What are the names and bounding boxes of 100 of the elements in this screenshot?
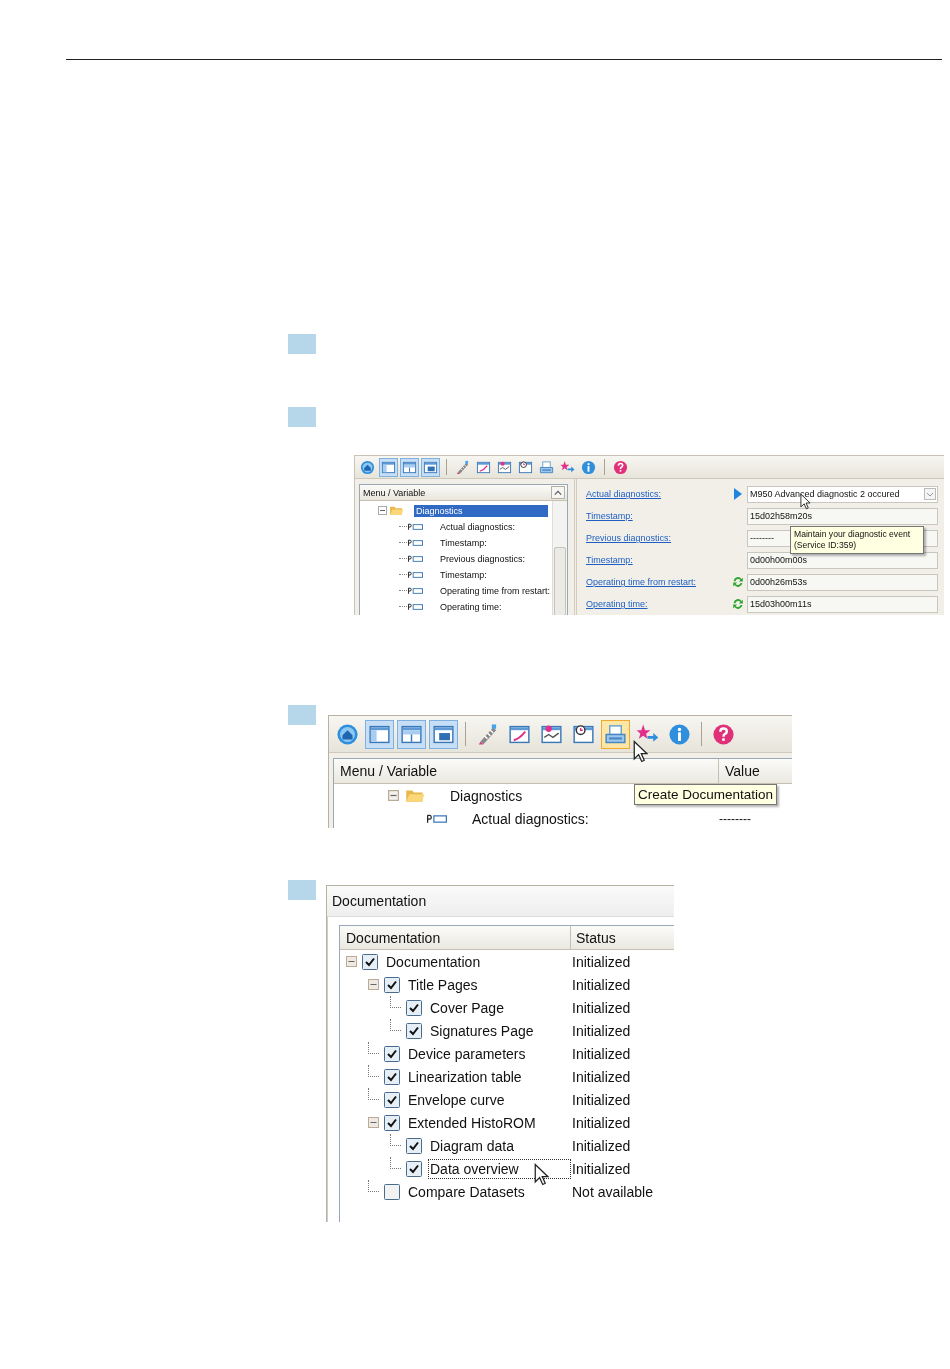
parameter-link[interactable]: Operating time from restart: — [586, 577, 728, 587]
tree-item[interactable]: Envelope curve — [406, 1089, 507, 1110]
tree-item[interactable]: Diagram data — [428, 1135, 517, 1156]
step-marker — [288, 407, 316, 427]
refresh-icon[interactable] — [730, 575, 745, 589]
tree-item[interactable]: Linearization table — [406, 1066, 524, 1087]
status-text: Initialized — [571, 1091, 631, 1108]
column-header[interactable]: Documentation — [340, 926, 571, 949]
checkbox[interactable] — [406, 1160, 422, 1177]
tree-item[interactable]: Diagnostics — [414, 504, 548, 517]
tree-item[interactable]: Actual diagnostics: — [438, 520, 518, 533]
tree-item[interactable]: Previous diagnostics: — [438, 552, 528, 565]
tree-item[interactable]: Timestamp: — [438, 568, 489, 581]
expander-icon[interactable] — [388, 790, 399, 801]
column-header[interactable]: Value — [719, 759, 760, 783]
pointer-icon — [534, 1163, 549, 1186]
toolbar-button[interactable] — [397, 719, 426, 749]
help-icon — [712, 722, 735, 746]
tree-item[interactable]: Extended HistoROM — [406, 1112, 538, 1133]
printer-icon — [539, 459, 554, 475]
checkbox[interactable] — [384, 976, 400, 993]
toolbar-button[interactable] — [365, 719, 394, 749]
parameter-icon — [427, 813, 447, 824]
tree-item[interactable]: Device parameters — [406, 1043, 528, 1064]
help-icon — [613, 459, 628, 475]
toolbar-button[interactable] — [429, 719, 458, 749]
folder-icon — [389, 505, 404, 516]
checkbox[interactable] — [384, 1045, 400, 1062]
tree-item[interactable]: Title Pages — [406, 974, 480, 995]
dropdown-field[interactable]: M950 Advanced diagnostic 2 occured — [747, 485, 938, 503]
parameter-link[interactable]: Timestamp: — [586, 511, 728, 521]
checkbox[interactable] — [362, 953, 378, 970]
parameter-link[interactable]: Timestamp: — [586, 555, 728, 565]
refresh-icon[interactable] — [730, 597, 745, 611]
checkbox[interactable] — [384, 1114, 400, 1131]
tooltip: Create Documentation — [634, 784, 778, 805]
status-text: Initialized — [571, 1068, 631, 1085]
expander-icon[interactable] — [378, 506, 387, 515]
tree-item[interactable]: Cover Page — [428, 997, 506, 1018]
folder-icon — [405, 788, 425, 803]
info-icon — [668, 722, 691, 746]
clock-icon — [572, 722, 595, 746]
chart-icon — [497, 459, 512, 475]
tool-icon — [476, 722, 499, 746]
tree-item[interactable]: Operating time from restart: — [438, 584, 553, 597]
tree-item[interactable]: Documentation — [384, 951, 483, 972]
window-title: Documentation — [327, 886, 674, 917]
curve-icon — [476, 459, 491, 475]
status-text: Not available — [571, 1183, 653, 1200]
checkbox[interactable] — [406, 1022, 422, 1039]
tree-item[interactable]: Timestamp: — [438, 536, 489, 549]
tree-item[interactable]: Actual diagnostics: — [472, 810, 589, 827]
table-cell: -------- — [719, 811, 751, 826]
tree-item[interactable]: Diagnostics — [450, 787, 523, 804]
status-text: Initialized — [571, 1114, 631, 1131]
parameter-link[interactable]: Operating time: — [586, 599, 728, 609]
parameter-icon — [408, 570, 423, 579]
parameter-icon — [408, 522, 423, 531]
expander-icon[interactable] — [368, 1117, 379, 1128]
layout-c-icon — [423, 459, 438, 475]
collapse-button[interactable] — [551, 486, 565, 499]
toolbar-button[interactable] — [601, 719, 630, 749]
status-text: Initialized — [571, 1022, 631, 1039]
tree-item[interactable]: Signatures Page — [428, 1020, 536, 1041]
checkbox[interactable] — [406, 1137, 422, 1154]
step-marker — [288, 880, 316, 900]
value-field[interactable]: 15d03h00m11s — [747, 595, 938, 613]
printer-icon — [604, 722, 627, 746]
parameter-link[interactable]: Previous diagnostics: — [586, 533, 728, 543]
status-text: Initialized — [571, 1045, 631, 1062]
value-field[interactable]: 15d02h58m20s — [747, 507, 938, 525]
toolbar-button[interactable] — [421, 457, 440, 477]
checkbox[interactable] — [384, 1068, 400, 1085]
layout-a-icon — [381, 459, 396, 475]
column-header[interactable]: Status — [571, 926, 616, 949]
parameter-icon — [408, 602, 423, 611]
arrows-icon — [560, 459, 575, 475]
status-text: Initialized — [571, 999, 631, 1016]
status-text: Initialized — [571, 953, 631, 970]
toolbar-button[interactable] — [379, 457, 398, 477]
tool-icon — [455, 459, 470, 475]
tree-item[interactable]: Compare Datasets — [406, 1181, 527, 1202]
clock-icon — [518, 459, 533, 475]
checkbox[interactable] — [406, 999, 422, 1016]
toolbar-button[interactable] — [400, 457, 419, 477]
expander-icon[interactable] — [368, 979, 379, 990]
home-icon — [360, 459, 375, 475]
parameter-link[interactable]: Actual diagnostics: — [586, 489, 728, 499]
status-text: Initialized — [571, 976, 631, 993]
parameter-icon — [408, 586, 423, 595]
expander-icon[interactable] — [346, 956, 357, 967]
status-text: Initialized — [571, 1160, 631, 1177]
scrollbar-thumb[interactable] — [554, 547, 566, 615]
tooltip-text: Maintain your diagnostic event — [794, 529, 912, 540]
checkbox[interactable] — [384, 1183, 400, 1200]
step-marker — [288, 334, 316, 354]
info-icon — [581, 459, 596, 475]
value-field[interactable]: 0d00h26m53s — [747, 573, 938, 591]
checkbox[interactable] — [384, 1091, 400, 1108]
tree-item[interactable]: Operating time: — [438, 600, 504, 613]
